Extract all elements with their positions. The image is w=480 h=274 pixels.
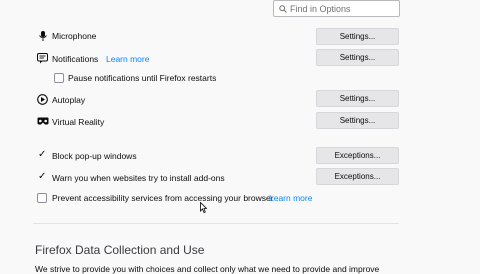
accessibility-label: Prevent accessibility services from acce… (52, 193, 274, 203)
autoplay-icon (37, 94, 48, 105)
cursor-icon (200, 202, 207, 213)
data-collection-intro: We strive to provide you with choices an… (35, 264, 380, 274)
notifications-learn-more-link[interactable]: Learn more (106, 54, 149, 64)
vr-icon (37, 117, 49, 125)
autoplay-settings-button[interactable]: Settings... (316, 90, 399, 107)
microphone-label: Microphone (52, 31, 97, 41)
warn-addons-label: Warn you when websites try to install ad… (52, 173, 225, 183)
notifications-label: Notifications (52, 54, 99, 64)
pause-notifications-label: Pause notifications until Firefox restar… (68, 73, 217, 83)
search-icon (279, 4, 287, 13)
block-popups-label: Block pop-up windows (52, 151, 137, 161)
autoplay-label: Autoplay (52, 95, 86, 105)
search-input[interactable] (290, 3, 390, 14)
microphone-icon (39, 31, 47, 41)
pause-notifications-checkbox[interactable] (54, 73, 64, 83)
warn-addons-checkbox[interactable]: ✓ (38, 172, 46, 182)
accessibility-checkbox[interactable] (37, 193, 47, 203)
addons-exceptions-button[interactable]: Exceptions... (316, 168, 399, 185)
block-popups-checkbox[interactable]: ✓ (38, 150, 46, 160)
data-collection-heading: Firefox Data Collection and Use (35, 243, 205, 257)
notifications-settings-button[interactable]: Settings... (316, 49, 399, 66)
section-divider (33, 223, 399, 224)
vr-settings-button[interactable]: Settings... (316, 112, 399, 129)
notifications-icon (37, 53, 48, 64)
accessibility-learn-more-link[interactable]: Learn more (269, 193, 312, 203)
popups-exceptions-button[interactable]: Exceptions... (316, 147, 399, 164)
search-box[interactable] (273, 0, 400, 17)
vr-label: Virtual Reality (52, 117, 105, 127)
microphone-settings-button[interactable]: Settings... (316, 28, 399, 45)
